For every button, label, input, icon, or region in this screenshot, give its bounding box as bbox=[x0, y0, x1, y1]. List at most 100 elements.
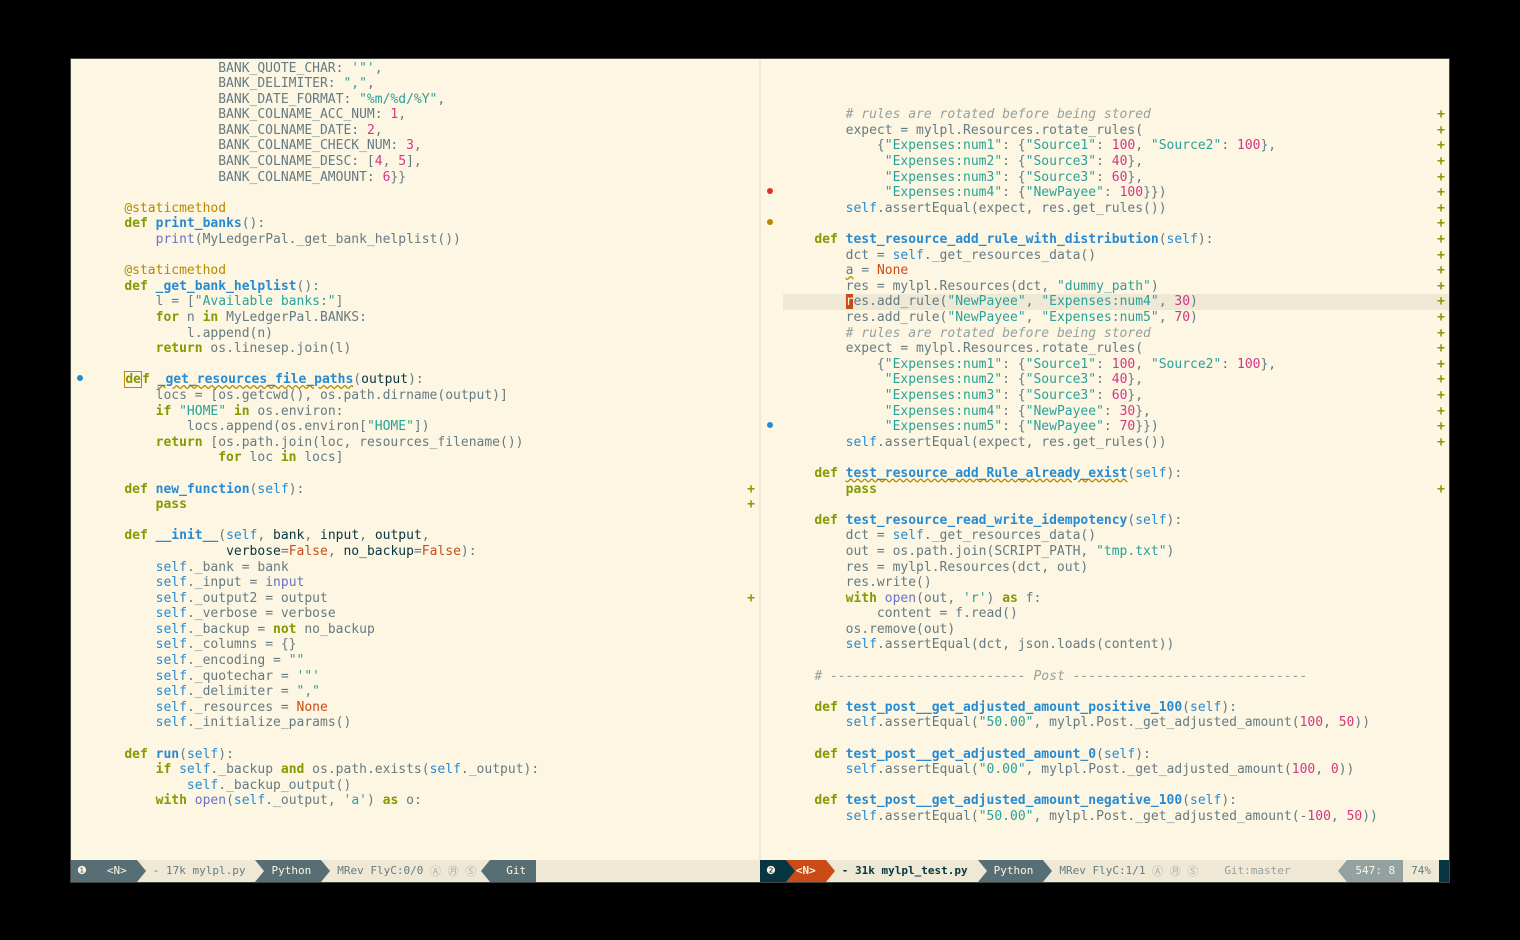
code-line[interactable]: with open(out, 'r') as f: bbox=[783, 591, 1449, 607]
code-line[interactable]: def test_resource_add_Rule_already_exist… bbox=[783, 466, 1449, 482]
code-line[interactable] bbox=[93, 185, 759, 201]
code-line[interactable] bbox=[783, 684, 1449, 700]
code-line[interactable]: return os.linesep.join(l) bbox=[93, 341, 759, 357]
code-line[interactable]: self.assertEqual(expect, res.get_rules()… bbox=[783, 435, 1449, 451]
code-line[interactable]: @staticmethod bbox=[93, 201, 759, 217]
code-line[interactable]: pass+ bbox=[783, 482, 1449, 498]
left-code-area[interactable]: BANK_QUOTE_CHAR: '"', BANK_DELIMITER: ",… bbox=[89, 59, 759, 860]
code-line[interactable]: "Expenses:num3": {"Source3": 60},+ bbox=[783, 170, 1449, 186]
code-line[interactable]: def test_resource_read_write_idempotency… bbox=[783, 513, 1449, 529]
code-line[interactable]: res.add_rule("NewPayee", "Expenses:num5"… bbox=[783, 310, 1449, 326]
code-line[interactable]: "Expenses:num3": {"Source3": 60},+ bbox=[783, 388, 1449, 404]
code-line[interactable]: res.write() bbox=[783, 575, 1449, 591]
code-line[interactable] bbox=[783, 497, 1449, 513]
code-line[interactable]: BANK_QUOTE_CHAR: '"', bbox=[93, 61, 759, 77]
code-line[interactable] bbox=[783, 450, 1449, 466]
code-line[interactable]: pass+ bbox=[93, 497, 759, 513]
code-line[interactable]: {"Expenses:num1": {"Source1": 100, "Sour… bbox=[783, 357, 1449, 373]
code-line[interactable]: + bbox=[783, 216, 1449, 232]
code-line[interactable]: self._backup_output() bbox=[93, 778, 759, 794]
code-line[interactable] bbox=[93, 731, 759, 747]
code-line[interactable]: def _get_resources_file_paths(output): bbox=[93, 372, 759, 388]
code-line[interactable]: self.assertEqual(dct, json.loads(content… bbox=[783, 637, 1449, 653]
code-line[interactable]: self._resources = None bbox=[93, 700, 759, 716]
code-line[interactable] bbox=[93, 248, 759, 264]
code-line[interactable]: self._input = input bbox=[93, 575, 759, 591]
code-line[interactable]: self.assertEqual("50.00", mylpl.Post._ge… bbox=[783, 809, 1449, 825]
code-line[interactable]: res.add_rule("NewPayee", "Expenses:num4"… bbox=[783, 294, 1449, 310]
code-line[interactable]: self.assertEqual(expect, res.get_rules()… bbox=[783, 201, 1449, 217]
code-line[interactable]: res = mylpl.Resources(dct, "dummy_path")… bbox=[783, 279, 1449, 295]
code-line[interactable]: BANK_COLNAME_ACC_NUM: 1, bbox=[93, 107, 759, 123]
code-line[interactable]: self._delimiter = "," bbox=[93, 684, 759, 700]
diff-marker: + bbox=[1437, 372, 1445, 388]
code-line[interactable]: a = None+ bbox=[783, 263, 1449, 279]
code-line[interactable]: l = ["Available banks:"] bbox=[93, 294, 759, 310]
code-line[interactable]: # rules are rotated before being stored+ bbox=[783, 107, 1449, 123]
code-line[interactable] bbox=[783, 778, 1449, 794]
code-line[interactable]: BANK_DELIMITER: ",", bbox=[93, 76, 759, 92]
code-line[interactable]: def _get_bank_helplist(): bbox=[93, 279, 759, 295]
code-line[interactable]: BANK_COLNAME_DATE: 2, bbox=[93, 123, 759, 139]
code-line[interactable]: dct = self._get_resources_data()+ bbox=[783, 248, 1449, 264]
code-line[interactable] bbox=[93, 466, 759, 482]
code-line[interactable]: "Expenses:num2": {"Source3": 40},+ bbox=[783, 154, 1449, 170]
code-line[interactable]: self._encoding = "" bbox=[93, 653, 759, 669]
code-line[interactable]: expect = mylpl.Resources.rotate_rules(+ bbox=[783, 123, 1449, 139]
code-line[interactable]: locs = [os.getcwd(), os.path.dirname(out… bbox=[93, 388, 759, 404]
code-line[interactable]: def run(self): bbox=[93, 747, 759, 763]
code-line[interactable]: BANK_COLNAME_DESC: [4, 5], bbox=[93, 154, 759, 170]
code-line[interactable]: # rules are rotated before being stored+ bbox=[783, 326, 1449, 342]
code-line[interactable]: def test_post__get_adjusted_amount_negat… bbox=[783, 793, 1449, 809]
code-line[interactable]: self.assertEqual("0.00", mylpl.Post._get… bbox=[783, 762, 1449, 778]
code-line[interactable]: def test_post__get_adjusted_amount_0(sel… bbox=[783, 747, 1449, 763]
code-line[interactable]: "Expenses:num5": {"NewPayee": 70}})+ bbox=[783, 419, 1449, 435]
code-line[interactable]: def new_function(self):+ bbox=[93, 482, 759, 498]
code-line[interactable]: def __init__(self, bank, input, output, bbox=[93, 528, 759, 544]
code-line[interactable]: self._initialize_params() bbox=[93, 715, 759, 731]
left-code-pane[interactable]: BANK_QUOTE_CHAR: '"', BANK_DELIMITER: ",… bbox=[71, 59, 761, 860]
code-line[interactable]: BANK_COLNAME_AMOUNT: 6}} bbox=[93, 170, 759, 186]
code-line[interactable]: os.remove(out) bbox=[783, 622, 1449, 638]
code-line[interactable] bbox=[93, 357, 759, 373]
code-line[interactable]: self._output2 = output+ bbox=[93, 591, 759, 607]
code-line[interactable]: if self._backup and os.path.exists(self.… bbox=[93, 762, 759, 778]
code-line[interactable]: @staticmethod bbox=[93, 263, 759, 279]
code-line[interactable]: def test_resource_add_rule_with_distribu… bbox=[783, 232, 1449, 248]
code-line[interactable]: expect = mylpl.Resources.rotate_rules(+ bbox=[783, 341, 1449, 357]
code-line[interactable]: def test_post__get_adjusted_amount_posit… bbox=[783, 700, 1449, 716]
code-line[interactable]: self.assertEqual("50.00", mylpl.Post._ge… bbox=[783, 715, 1449, 731]
code-line[interactable]: res = mylpl.Resources(dct, out) bbox=[783, 560, 1449, 576]
code-line[interactable]: "Expenses:num4": {"NewPayee": 30},+ bbox=[783, 404, 1449, 420]
right-code-area[interactable]: - # rules are rotated before being store… bbox=[779, 59, 1449, 860]
code-line[interactable]: return [os.path.join(loc, resources_file… bbox=[93, 435, 759, 451]
code-line[interactable]: out = os.path.join(SCRIPT_PATH, "tmp.txt… bbox=[783, 544, 1449, 560]
code-line[interactable] bbox=[93, 513, 759, 529]
code-line[interactable]: verbose=False, no_backup=False): bbox=[93, 544, 759, 560]
code-line[interactable]: self._columns = {} bbox=[93, 637, 759, 653]
code-line[interactable]: self._verbose = verbose bbox=[93, 606, 759, 622]
code-line[interactable]: l.append(n) bbox=[93, 326, 759, 342]
code-line[interactable]: BANK_COLNAME_CHECK_NUM: 3, bbox=[93, 138, 759, 154]
code-line[interactable]: self._bank = bank bbox=[93, 560, 759, 576]
code-line[interactable]: with open(self._output, 'a') as o: bbox=[93, 793, 759, 809]
code-line[interactable]: for n in MyLedgerPal.BANKS: bbox=[93, 310, 759, 326]
code-line[interactable]: for loc in locs] bbox=[93, 450, 759, 466]
gutter-mark bbox=[761, 183, 779, 199]
code-line[interactable]: BANK_DATE_FORMAT: "%m/%d/%Y", bbox=[93, 92, 759, 108]
code-line[interactable]: "Expenses:num4": {"NewPayee": 100}})+ bbox=[783, 185, 1449, 201]
code-line[interactable]: print(MyLedgerPal._get_bank_helplist()) bbox=[93, 232, 759, 248]
code-line[interactable]: self._backup = not no_backup bbox=[93, 622, 759, 638]
code-line[interactable]: {"Expenses:num1": {"Source1": 100, "Sour… bbox=[783, 138, 1449, 154]
code-line[interactable]: "Expenses:num2": {"Source3": 40},+ bbox=[783, 372, 1449, 388]
code-line[interactable]: self._quotechar = '"' bbox=[93, 669, 759, 685]
code-line[interactable] bbox=[783, 653, 1449, 669]
code-line[interactable]: locs.append(os.environ["HOME"]) bbox=[93, 419, 759, 435]
code-line[interactable]: dct = self._get_resources_data() bbox=[783, 528, 1449, 544]
code-line[interactable]: def print_banks(): bbox=[93, 216, 759, 232]
code-line[interactable]: if "HOME" in os.environ: bbox=[93, 404, 759, 420]
code-line[interactable]: content = f.read() bbox=[783, 606, 1449, 622]
code-line[interactable]: # ------------------------- Post -------… bbox=[783, 669, 1449, 685]
code-line[interactable] bbox=[783, 731, 1449, 747]
right-code-pane[interactable]: - # rules are rotated before being store… bbox=[761, 59, 1449, 860]
